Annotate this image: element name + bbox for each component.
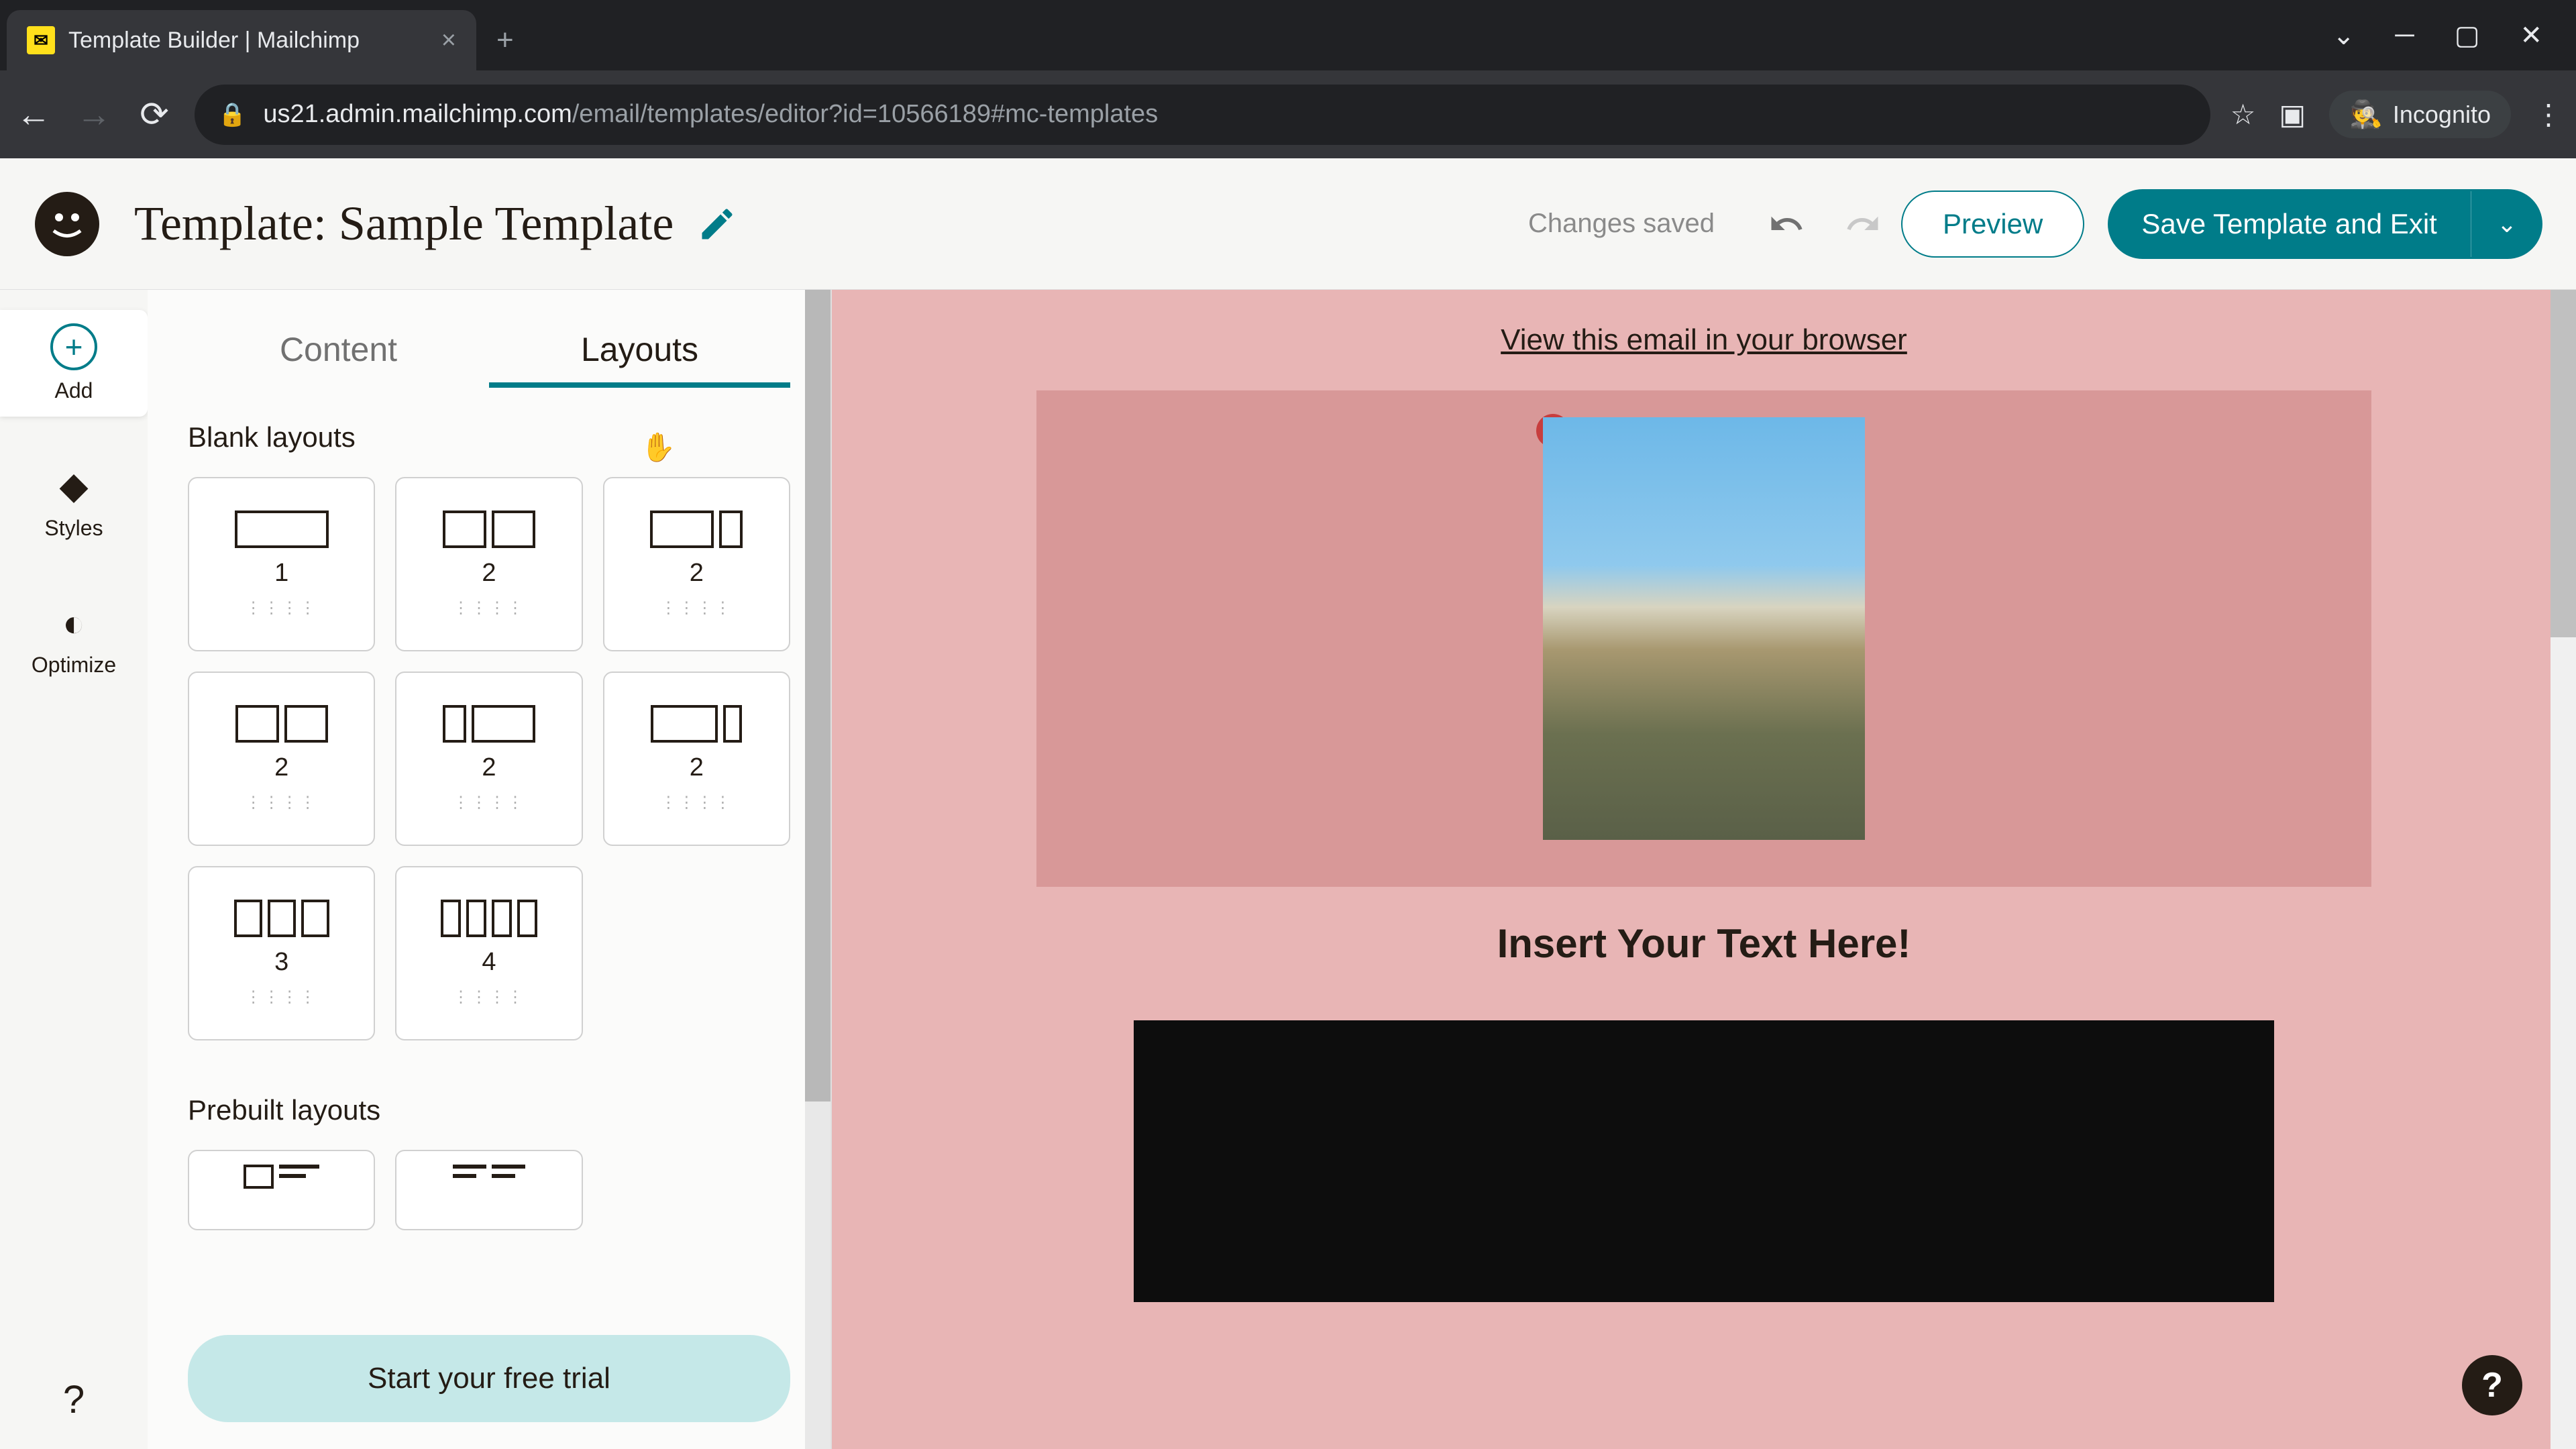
blank-layouts-label: Blank layouts (188, 421, 790, 453)
app-body: + Add ◆ Styles ◐ Optimize ? Content Layo… (0, 290, 2576, 1449)
tab-title: Template Builder | Mailchimp (68, 28, 428, 54)
view-in-browser-link[interactable]: View this email in your browser (1501, 323, 1907, 356)
rail-optimize[interactable]: ◐ Optimize (0, 588, 148, 691)
browser-tab[interactable]: ✉ Template Builder | Mailchimp × (7, 10, 476, 70)
address-bar-row: ← → ⟳ 🔒 us21.admin.mailchimp.com/email/t… (0, 70, 2576, 158)
save-button-group: Save Template and Exit ⌄ (2108, 189, 2542, 259)
save-status: Changes saved (1528, 209, 1715, 239)
reload-button[interactable]: ⟳ (134, 95, 174, 135)
forward-button[interactable]: → (74, 95, 114, 135)
lock-icon: 🔒 (218, 101, 246, 128)
layout-4col[interactable]: 4 ⋮⋮⋮⋮ (395, 866, 582, 1040)
layout-2col-even2[interactable]: 2 ⋮⋮⋮⋮ (188, 672, 375, 846)
layout-1col[interactable]: 1 ⋮⋮⋮⋮ (188, 477, 375, 651)
close-window-icon[interactable]: ✕ (2520, 20, 2542, 51)
layout-count: 2 (690, 559, 704, 588)
content-block[interactable] (1134, 1020, 2274, 1302)
prebuilt-layout-2[interactable] (395, 1150, 582, 1230)
save-button[interactable]: Save Template and Exit (2108, 189, 2471, 259)
plus-icon: + (50, 323, 97, 370)
drag-handle-icon: ⋮⋮⋮⋮ (453, 987, 525, 1007)
rail-label: Add (55, 378, 93, 403)
layout-2col-wide-right[interactable]: 2 ⋮⋮⋮⋮ (395, 672, 582, 846)
rail-add[interactable]: + Add (0, 310, 148, 417)
rail-styles[interactable]: ◆ Styles (0, 450, 148, 554)
tab-content[interactable]: Content (188, 317, 489, 388)
close-tab-icon[interactable]: × (441, 26, 456, 55)
bookmark-icon[interactable]: ☆ (2231, 98, 2256, 131)
diamond-icon: ◆ (59, 464, 88, 508)
gauge-icon: ◐ (62, 601, 85, 645)
save-dropdown-icon[interactable]: ⌄ (2471, 191, 2542, 257)
url-display: us21.admin.mailchimp.com/email/templates… (263, 100, 1158, 129)
image-block[interactable]: ! (1036, 390, 2371, 887)
page-title: Template: Sample Template (134, 196, 674, 252)
preview-button[interactable]: Preview (1901, 191, 2084, 258)
layout-count: 2 (274, 753, 288, 782)
side-panel: Content Layouts Blank layouts 1 ⋮⋮⋮⋮ 2 ⋮… (148, 290, 832, 1449)
layout-3col[interactable]: 3 ⋮⋮⋮⋮ (188, 866, 375, 1040)
drag-handle-icon: ⋮⋮⋮⋮ (246, 598, 318, 618)
drag-handle-icon: ⋮⋮⋮⋮ (660, 793, 733, 812)
prebuilt-layout-1[interactable] (188, 1150, 375, 1230)
layout-count: 3 (274, 948, 288, 977)
drag-handle-icon: ⋮⋮⋮⋮ (453, 793, 525, 812)
undo-button[interactable] (1768, 206, 1805, 242)
layout-2col-even[interactable]: 2 ⋮⋮⋮⋮ (395, 477, 582, 651)
canvas-scrollbar[interactable] (2551, 290, 2576, 1449)
help-icon[interactable]: ? (63, 1377, 85, 1422)
new-tab-button[interactable]: + (496, 23, 514, 57)
mailchimp-logo-icon[interactable] (34, 191, 101, 258)
edit-icon[interactable] (697, 204, 737, 244)
canvas-area[interactable]: View this email in your browser ! Insert… (832, 290, 2576, 1449)
tab-bar: ✉ Template Builder | Mailchimp × + ⌄ ─ ▢… (0, 0, 2576, 70)
layout-count: 2 (482, 559, 496, 588)
heading-block[interactable]: Insert Your Text Here! (1036, 887, 2371, 1000)
layout-count: 2 (690, 753, 704, 782)
layout-2col-narrow-right[interactable]: 2 ⋮⋮⋮⋮ (603, 672, 790, 846)
scrollbar-thumb[interactable] (2551, 290, 2576, 637)
rail-label: Optimize (32, 653, 116, 678)
toolbar-right: ☆ ▣ 🕵 Incognito ⋮ (2231, 91, 2563, 138)
favicon-icon: ✉ (27, 26, 55, 54)
incognito-label: Incognito (2393, 101, 2491, 129)
panel-tabs: Content Layouts (148, 290, 830, 388)
browser-chrome: ✉ Template Builder | Mailchimp × + ⌄ ─ ▢… (0, 0, 2576, 158)
address-bar[interactable]: 🔒 us21.admin.mailchimp.com/email/templat… (195, 85, 2210, 145)
window-controls: ⌄ ─ ▢ ✕ (2332, 0, 2576, 70)
email-preview: View this email in your browser ! Insert… (1036, 290, 2371, 1449)
layout-2col-wide-left[interactable]: 2 ⋮⋮⋮⋮ (603, 477, 790, 651)
redo-button[interactable] (1845, 206, 1881, 242)
rail-label: Styles (44, 516, 103, 541)
browser-link-row: View this email in your browser (1036, 290, 2371, 390)
drag-handle-icon: ⋮⋮⋮⋮ (246, 987, 318, 1007)
layout-count: 1 (274, 559, 288, 588)
app-header: Template: Sample Template Changes saved … (0, 158, 2576, 290)
panel-content: Blank layouts 1 ⋮⋮⋮⋮ 2 ⋮⋮⋮⋮ 2 ⋮⋮⋮⋮ (148, 388, 830, 1449)
side-rail: + Add ◆ Styles ◐ Optimize ? (0, 290, 148, 1449)
layout-count: 4 (482, 948, 496, 977)
tab-dropdown-icon[interactable]: ⌄ (2332, 20, 2355, 51)
maximize-icon[interactable]: ▢ (2455, 20, 2480, 51)
image-placeholder[interactable] (1543, 417, 1865, 840)
prebuilt-layouts-label: Prebuilt layouts (188, 1094, 790, 1126)
prebuilt-layouts-grid (188, 1150, 790, 1230)
panel-scrollbar[interactable] (805, 290, 830, 1449)
tab-layouts[interactable]: Layouts (489, 317, 790, 388)
drag-handle-icon: ⋮⋮⋮⋮ (660, 598, 733, 618)
extensions-icon[interactable]: ▣ (2279, 98, 2306, 131)
minimize-icon[interactable]: ─ (2395, 20, 2414, 50)
drag-handle-icon: ⋮⋮⋮⋮ (453, 598, 525, 618)
back-button[interactable]: ← (13, 95, 54, 135)
layout-count: 2 (482, 753, 496, 782)
menu-icon[interactable]: ⋮ (2534, 98, 2563, 131)
incognito-icon: 🕵 (2349, 99, 2383, 130)
incognito-badge[interactable]: 🕵 Incognito (2329, 91, 2511, 138)
drag-handle-icon: ⋮⋮⋮⋮ (246, 793, 318, 812)
trial-cta-button[interactable]: Start your free trial (188, 1335, 790, 1422)
blank-layouts-grid: 1 ⋮⋮⋮⋮ 2 ⋮⋮⋮⋮ 2 ⋮⋮⋮⋮ 2 ⋮⋮⋮⋮ (188, 477, 790, 1040)
help-fab-button[interactable]: ? (2462, 1355, 2522, 1415)
scrollbar-thumb[interactable] (805, 290, 830, 1102)
